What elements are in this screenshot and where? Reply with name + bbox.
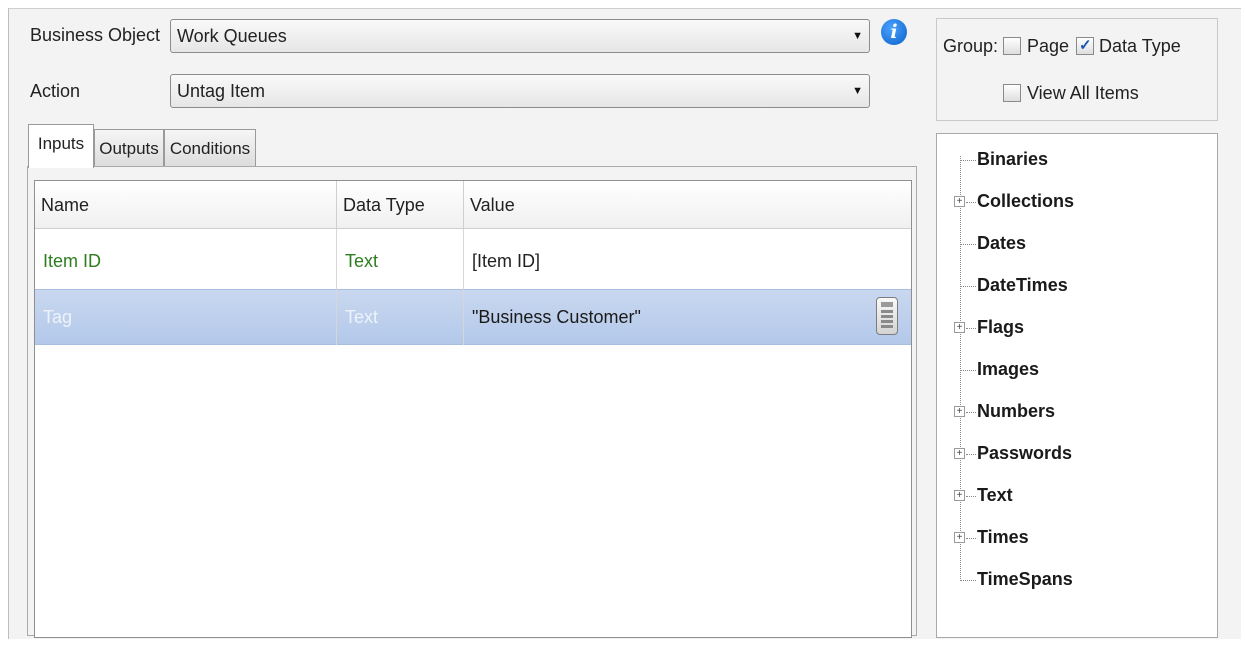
- tree-item-text[interactable]: Text: [977, 483, 1013, 507]
- tab-outputs[interactable]: Outputs: [94, 129, 164, 167]
- expression-editor-icon[interactable]: [876, 297, 898, 335]
- group-options-panel: [936, 18, 1218, 121]
- tree-item-flags[interactable]: Flags: [977, 315, 1024, 339]
- table-row[interactable]: Item ID Text [Item ID]: [35, 233, 911, 289]
- action-dropdown[interactable]: Untag Item ▼: [170, 74, 870, 108]
- view-all-items-checkbox[interactable]: [1003, 84, 1021, 102]
- data-type-checkbox[interactable]: [1076, 36, 1094, 55]
- tree-connector: [966, 454, 976, 456]
- table-row-selected[interactable]: Tag Text "Business Customer": [35, 289, 911, 345]
- row-data-type: Text: [345, 307, 379, 327]
- page-checkbox[interactable]: [1003, 37, 1021, 55]
- row-value[interactable]: "Business Customer": [464, 289, 864, 345]
- tree-connector: [966, 496, 976, 498]
- info-icon[interactable]: i: [881, 19, 907, 45]
- tree-connector: [960, 244, 976, 246]
- data-type-checkbox-label: Data Type: [1099, 36, 1181, 56]
- tab-conditions[interactable]: Conditions: [164, 129, 256, 167]
- tree-item-collections[interactable]: Collections: [977, 189, 1074, 213]
- tab-inputs[interactable]: Inputs: [28, 124, 94, 168]
- action-value: Untag Item: [177, 81, 266, 101]
- tree-item-images[interactable]: Images: [977, 357, 1039, 381]
- expand-icon[interactable]: +: [954, 322, 965, 333]
- business-object-value: Work Queues: [177, 26, 287, 46]
- page-checkbox-label: Page: [1027, 36, 1070, 56]
- view-all-items-label: View All Items: [1027, 83, 1139, 103]
- expand-icon[interactable]: +: [954, 448, 965, 459]
- tree-connector: [966, 202, 976, 204]
- tree-item-timespans[interactable]: TimeSpans: [977, 567, 1073, 591]
- row-value[interactable]: [Item ID]: [464, 233, 904, 289]
- column-header-data-type[interactable]: Data Type: [337, 181, 464, 229]
- tree-connector: [966, 412, 976, 414]
- row-name: Item ID: [43, 251, 102, 271]
- row-data-type: Text: [345, 251, 379, 271]
- tree-connector: [960, 580, 976, 582]
- expand-icon[interactable]: +: [954, 196, 965, 207]
- chevron-down-icon: ▼: [852, 30, 863, 42]
- tree-connector: [966, 328, 976, 330]
- tree-item-times[interactable]: Times: [977, 525, 1029, 549]
- column-divider: [463, 229, 464, 345]
- expand-icon[interactable]: +: [954, 532, 965, 543]
- expand-icon[interactable]: +: [954, 490, 965, 501]
- business-object-label: Business Object: [30, 25, 161, 45]
- tree-item-passwords[interactable]: Passwords: [977, 441, 1072, 465]
- tree-connector: [960, 370, 976, 372]
- tree-item-numbers[interactable]: Numbers: [977, 399, 1055, 423]
- column-header-name[interactable]: Name: [35, 181, 337, 229]
- action-label: Action: [30, 81, 81, 101]
- tree-item-binaries[interactable]: Binaries: [977, 147, 1048, 171]
- tree-connector: [960, 160, 976, 162]
- tree-connector: [960, 156, 961, 579]
- column-divider: [336, 229, 337, 345]
- tree-connector: [960, 286, 976, 288]
- business-object-dropdown[interactable]: Work Queues ▼: [170, 19, 870, 53]
- chevron-down-icon: ▼: [852, 85, 863, 97]
- row-name: Tag: [43, 307, 73, 327]
- group-label: Group:: [943, 36, 999, 56]
- expand-icon[interactable]: +: [954, 406, 965, 417]
- tree-item-datetimes[interactable]: DateTimes: [977, 273, 1068, 297]
- column-header-value[interactable]: Value: [464, 181, 911, 229]
- tree-connector: [966, 538, 976, 540]
- tree-item-dates[interactable]: Dates: [977, 231, 1026, 255]
